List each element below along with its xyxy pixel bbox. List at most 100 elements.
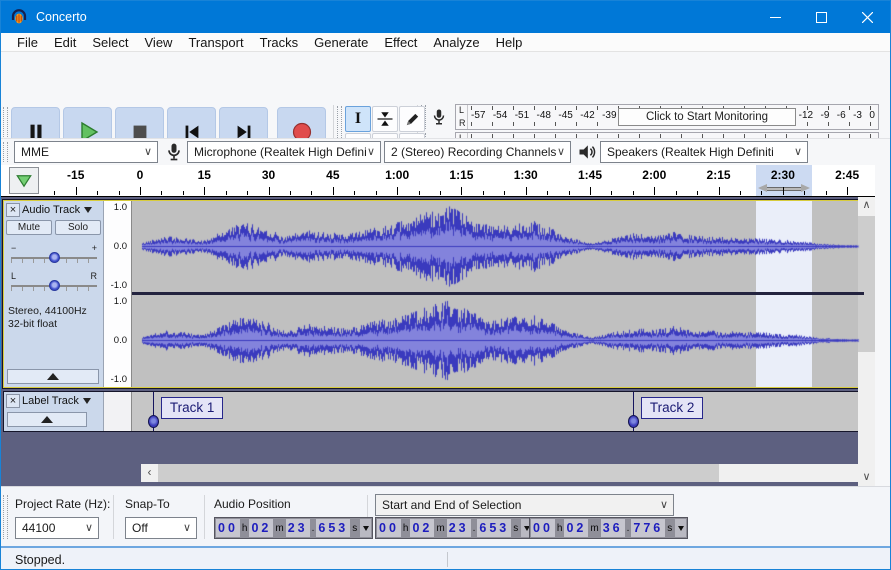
selection-start-field[interactable]: 00 h 02 m 23. 653 s xyxy=(375,517,535,539)
mute-button[interactable]: Mute xyxy=(6,220,52,235)
timeline-tick xyxy=(504,191,506,195)
timeline-tick xyxy=(718,187,720,195)
meter-l-label: L xyxy=(459,105,465,115)
device-toolbar-grip[interactable] xyxy=(3,142,8,162)
track-format-info: Stereo, 44100Hz 32-bit float xyxy=(8,305,87,330)
timeline-tick-label: 2:00 xyxy=(642,168,667,182)
audio-host-select[interactable]: MME xyxy=(14,141,158,163)
label-handle-icon[interactable] xyxy=(627,415,639,428)
close-track-button[interactable]: × xyxy=(6,394,20,408)
selection-end-field[interactable]: 00 h 02 m 36. 776 s xyxy=(529,517,689,539)
collapse-track-button[interactable] xyxy=(7,412,87,427)
microphone-icon xyxy=(433,109,445,125)
recording-device-value: Microphone (Realtek High Defini xyxy=(194,145,367,159)
timeline-tick xyxy=(204,187,206,195)
scroll-down-icon[interactable]: ∨ xyxy=(858,469,875,486)
label-handle-icon[interactable] xyxy=(147,415,159,428)
timeline-tick-label: 30 xyxy=(261,168,276,182)
project-rate-select[interactable]: 44100 xyxy=(15,517,99,539)
maximize-button[interactable] xyxy=(798,1,844,33)
waveform-channel-right[interactable] xyxy=(132,295,864,386)
horizontal-scrollbar[interactable]: ‹ › xyxy=(141,464,875,482)
timeline-tick-label: 2:15 xyxy=(706,168,731,182)
playback-device-value: Speakers (Realtek High Definiti xyxy=(607,145,774,159)
audio-position-field[interactable]: 00 h 02 m 23. 653 s xyxy=(214,517,374,539)
titlebar[interactable]: Concerto xyxy=(1,1,890,33)
scroll-left-icon[interactable]: ‹ xyxy=(141,464,158,482)
pinned-play-head-button[interactable] xyxy=(9,167,39,194)
collapse-icon xyxy=(47,373,59,380)
timeline-tick xyxy=(375,191,377,195)
menu-transport[interactable]: Transport xyxy=(180,33,251,52)
timeline-ruler[interactable]: -15 0 15 30 45 1:00 1:15 1:30 1:45 2:00 2:15 2:30 2:… xyxy=(1,165,875,196)
meter-scale-number: -3 xyxy=(853,110,862,121)
meter-scale-number: -48 xyxy=(536,110,551,121)
minimize-button[interactable] xyxy=(752,1,798,33)
menu-effect[interactable]: Effect xyxy=(376,33,425,52)
monitoring-tooltip[interactable]: Click to Start Monitoring xyxy=(618,108,796,126)
selection-tool-button[interactable]: I xyxy=(345,106,371,132)
pan-thumb[interactable] xyxy=(49,280,60,291)
menu-help[interactable]: Help xyxy=(488,33,531,52)
menu-edit[interactable]: Edit xyxy=(46,33,84,52)
label-track: × Label Track Track 1 Track 2 xyxy=(3,391,865,432)
menu-select[interactable]: Select xyxy=(84,33,136,52)
timefield-dropdown-icon[interactable] xyxy=(675,519,687,537)
envelope-tool-button[interactable] xyxy=(372,106,398,132)
playback-device-select[interactable]: Speakers (Realtek High Definiti xyxy=(600,141,808,163)
vruler-label: 1.0 xyxy=(113,202,127,213)
meter-scale-number: -42 xyxy=(580,110,595,121)
timeline-tick xyxy=(118,191,120,195)
timeline-tick-label: 45 xyxy=(326,168,340,182)
waveform-channel-left[interactable] xyxy=(132,201,864,292)
horizontal-scrollbar-thumb[interactable] xyxy=(158,464,719,482)
menu-analyze[interactable]: Analyze xyxy=(425,33,487,52)
label-track-content[interactable]: Track 1 Track 2 xyxy=(132,392,864,431)
meter-scale-number: -9 xyxy=(820,110,830,121)
label-text-box[interactable]: Track 2 xyxy=(640,397,704,419)
vruler-label: -1.0 xyxy=(110,374,127,385)
snap-to-select[interactable]: Off xyxy=(125,517,197,539)
timeline-tick-label: 1:45 xyxy=(577,168,603,182)
solo-button[interactable]: Solo xyxy=(55,220,101,235)
gain-slider[interactable]: − + xyxy=(11,243,97,266)
audacity-logo-icon xyxy=(11,9,27,24)
recording-channels-value: 2 (Stereo) Recording Channels xyxy=(391,145,557,159)
track-menu-chevron-icon xyxy=(84,207,93,213)
microphone-icon xyxy=(168,143,180,161)
pan-slider[interactable]: L R xyxy=(11,271,97,294)
recording-meter[interactable]: LR -57-54-51-48-45-42-39-36-33-30-27-24-… xyxy=(421,104,881,131)
label-text-box[interactable]: Track 1 xyxy=(160,397,224,419)
audio-track: × Audio Track Mute Solo − + L R Stereo, … xyxy=(2,199,866,389)
close-button[interactable] xyxy=(844,1,890,33)
recording-meter-button[interactable] xyxy=(427,105,451,129)
vruler-label: 0.0 xyxy=(113,241,127,252)
vertical-ruler[interactable]: 1.0 0.0 -1.0 1.0 0.0 -1.0 xyxy=(104,201,132,387)
timefield-dropdown-icon[interactable] xyxy=(360,519,372,537)
menu-view[interactable]: View xyxy=(137,33,181,52)
audio-track-title-menu[interactable]: Audio Track xyxy=(22,203,93,217)
audio-track-content xyxy=(132,201,864,387)
vruler-label: -1.0 xyxy=(110,280,127,291)
menu-file[interactable]: File xyxy=(9,33,46,52)
label-track-title-menu[interactable]: Label Track xyxy=(22,394,91,408)
menu-tracks[interactable]: Tracks xyxy=(252,33,307,52)
timeline-tick xyxy=(332,187,334,195)
gain-thumb[interactable] xyxy=(49,252,60,263)
recording-device-select[interactable]: Microphone (Realtek High Defini xyxy=(187,141,381,163)
recording-channels-select[interactable]: 2 (Stereo) Recording Channels xyxy=(384,141,571,163)
collapse-track-button[interactable] xyxy=(7,369,99,384)
selection-toolbar-grip[interactable] xyxy=(3,495,8,539)
selection-range-mode-select[interactable]: Start and End of Selection xyxy=(375,494,674,516)
maximize-icon xyxy=(815,11,827,23)
meter-scale-number: -51 xyxy=(514,110,530,121)
menu-generate[interactable]: Generate xyxy=(306,33,376,52)
timeline-tick xyxy=(75,187,77,195)
timeline-tick xyxy=(482,191,484,195)
project-rate-value: 44100 xyxy=(22,521,56,535)
timeline-tick xyxy=(654,187,656,195)
close-track-button[interactable]: × xyxy=(6,203,20,217)
gain-plus-label: + xyxy=(91,243,97,253)
envelope-tool-icon xyxy=(377,112,393,126)
minimize-icon xyxy=(769,16,781,18)
